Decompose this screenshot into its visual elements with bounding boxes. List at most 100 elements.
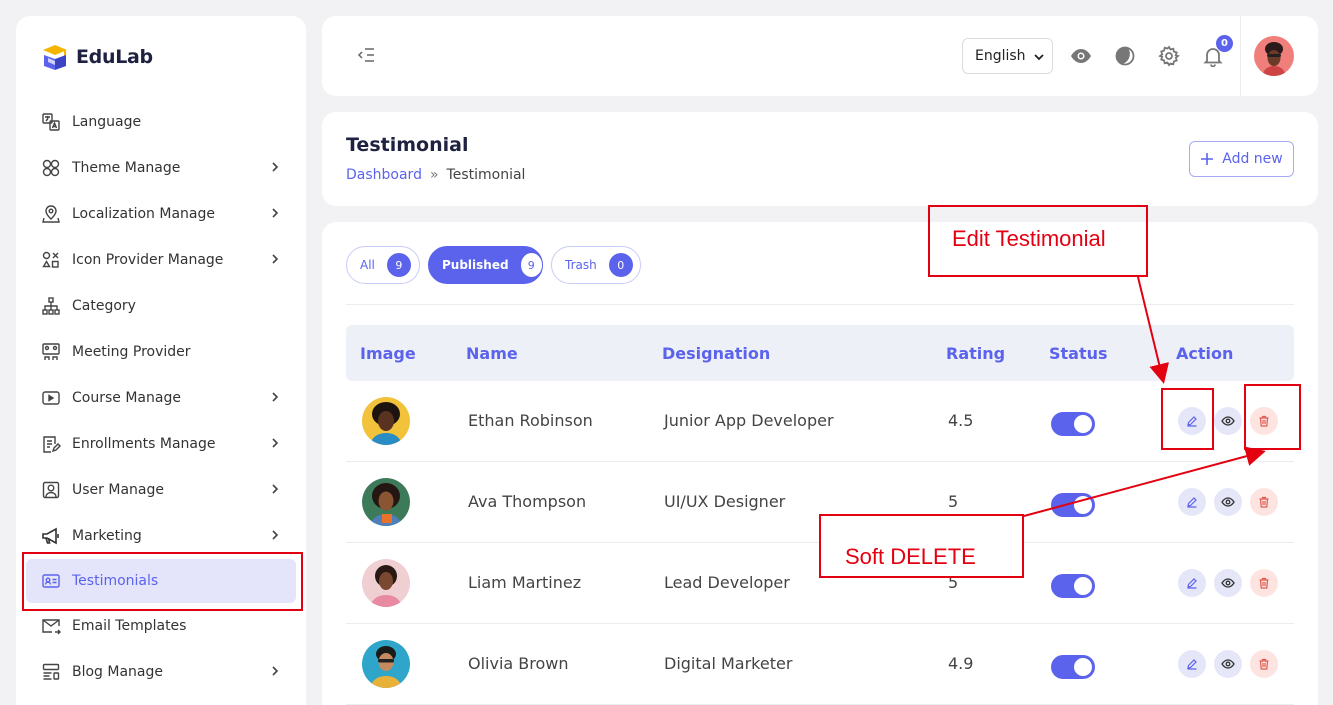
status-toggle[interactable] [1051, 655, 1095, 679]
view-button[interactable] [1214, 650, 1242, 678]
shapes-icon [40, 249, 62, 271]
testimonial-list-card: All 9 Published 9 Trash 0 Image Name Des… [322, 222, 1318, 705]
gear-icon[interactable] [1158, 45, 1180, 67]
annotation-box-edit: Edit Testimonial [928, 205, 1148, 277]
annotation-highlight-edit-button [1161, 388, 1214, 450]
hierarchy-icon [40, 295, 62, 317]
status-toggle[interactable] [1051, 412, 1095, 436]
breadcrumb-separator: » [429, 167, 439, 183]
chevron-right-icon [270, 206, 280, 220]
user-avatar[interactable] [1254, 36, 1294, 76]
sidebar-item-localization-manage[interactable]: Localization Manage [16, 191, 306, 237]
filter-tab-published[interactable]: Published 9 [428, 246, 543, 284]
testimonial-avatar [362, 559, 410, 607]
sidebar-item-label: Category [72, 298, 136, 314]
filter-tab-label: Trash [565, 258, 597, 272]
add-new-button[interactable]: Add new [1189, 141, 1294, 177]
notification-badge: 0 [1216, 35, 1233, 52]
breadcrumb-dashboard-link[interactable]: Dashboard [346, 167, 422, 183]
view-button[interactable] [1214, 488, 1242, 516]
delete-button[interactable] [1250, 569, 1278, 597]
view-button[interactable] [1214, 569, 1242, 597]
filter-tab-trash[interactable]: Trash 0 [551, 246, 641, 284]
sidebar-item-blog-manage[interactable]: Blog Manage [16, 649, 306, 695]
plus-icon [1200, 152, 1214, 166]
sidebar-collapse-icon[interactable] [356, 46, 376, 64]
edit-button[interactable] [1178, 569, 1206, 597]
page-header: Testimonial Dashboard » Testimonial Add … [322, 112, 1318, 206]
eye-icon [1221, 576, 1235, 590]
eye-icon[interactable] [1070, 45, 1092, 67]
language-value: English [975, 48, 1026, 64]
status-toggle[interactable] [1051, 493, 1095, 517]
sidebar-item-label: Enrollments Manage [72, 436, 216, 452]
mail-icon [40, 615, 62, 637]
add-new-label: Add new [1222, 151, 1283, 167]
eye-icon [1221, 657, 1235, 671]
trash-icon [1258, 577, 1270, 589]
language-select[interactable]: English [962, 38, 1053, 74]
edit-doc-icon [40, 433, 62, 455]
status-toggle[interactable] [1051, 574, 1095, 598]
sidebar-item-theme-manage[interactable]: Theme Manage [16, 145, 306, 191]
sidebar-item-icon-provider-manage[interactable]: Icon Provider Manage [16, 237, 306, 283]
testimonial-avatar [362, 640, 410, 688]
chevron-right-icon [270, 436, 280, 450]
logo[interactable]: EduLab [40, 42, 153, 72]
pencil-icon [1186, 577, 1198, 589]
sidebar-item-language[interactable]: Language [16, 99, 306, 145]
delete-button[interactable] [1250, 488, 1278, 516]
annotation-highlight-testimonials [22, 552, 303, 611]
testimonial-designation: Junior App Developer [664, 411, 834, 430]
breadcrumb-current: Testimonial [446, 167, 526, 183]
filter-tab-label: Published [442, 258, 509, 272]
testimonial-name: Ethan Robinson [468, 411, 593, 430]
testimonial-name: Liam Martinez [468, 573, 582, 592]
user-icon [40, 479, 62, 501]
page-title: Testimonial [346, 134, 469, 156]
testimonial-rating: 4.9 [948, 654, 974, 673]
testimonial-rating: 4.5 [948, 411, 974, 430]
sidebar-item-label: Marketing [72, 528, 142, 544]
chevron-right-icon [270, 664, 280, 678]
eye-icon [1221, 495, 1235, 509]
view-button[interactable] [1214, 407, 1242, 435]
filter-count-badge: 0 [608, 253, 633, 277]
sidebar-item-user-manage[interactable]: User Manage [16, 467, 306, 513]
chevron-right-icon [270, 252, 280, 266]
sidebar-item-category[interactable]: Category [16, 283, 306, 329]
filter-tab-all[interactable]: All 9 [346, 246, 420, 284]
sidebar-item-enrollments-manage[interactable]: Enrollments Manage [16, 421, 306, 467]
column-header-image: Image [360, 344, 416, 363]
sidebar-item-course-manage[interactable]: Course Manage [16, 375, 306, 421]
table-header: Image Name Designation Rating Status Act… [346, 325, 1294, 381]
column-header-status: Status [1049, 344, 1108, 363]
testimonial-designation: Digital Marketer [664, 654, 793, 673]
chevron-down-icon [1033, 51, 1045, 63]
topbar: English 0 [322, 16, 1318, 96]
theme-toggle-icon[interactable] [1114, 45, 1136, 67]
testimonial-avatar [362, 397, 410, 445]
annotation-box-delete: Soft DELETE [819, 514, 1024, 578]
meeting-icon [40, 341, 62, 363]
edit-button[interactable] [1178, 650, 1206, 678]
chevron-right-icon [270, 390, 280, 404]
sidebar-item-label: Theme Manage [72, 160, 181, 176]
testimonial-avatar [362, 478, 410, 526]
sidebar-item-label: Language [72, 114, 142, 130]
trash-icon [1258, 658, 1270, 670]
map-pin-icon [40, 203, 62, 225]
table-row: Olivia Brown Digital Marketer 4.9 [346, 624, 1294, 705]
column-header-rating: Rating [946, 344, 1006, 363]
sidebar-item-label: Email Templates [72, 618, 187, 634]
annotation-edit-label: Edit Testimonial [952, 226, 1106, 251]
sidebar-item-label: Meeting Provider [72, 344, 191, 360]
play-icon [40, 387, 62, 409]
sidebar-item-meeting-provider[interactable]: Meeting Provider [16, 329, 306, 375]
testimonial-designation: Lead Developer [664, 573, 790, 592]
theme-icon [40, 157, 62, 179]
pencil-icon [1186, 658, 1198, 670]
edit-button[interactable] [1178, 488, 1206, 516]
delete-button[interactable] [1250, 650, 1278, 678]
testimonial-designation: UI/UX Designer [664, 492, 786, 511]
